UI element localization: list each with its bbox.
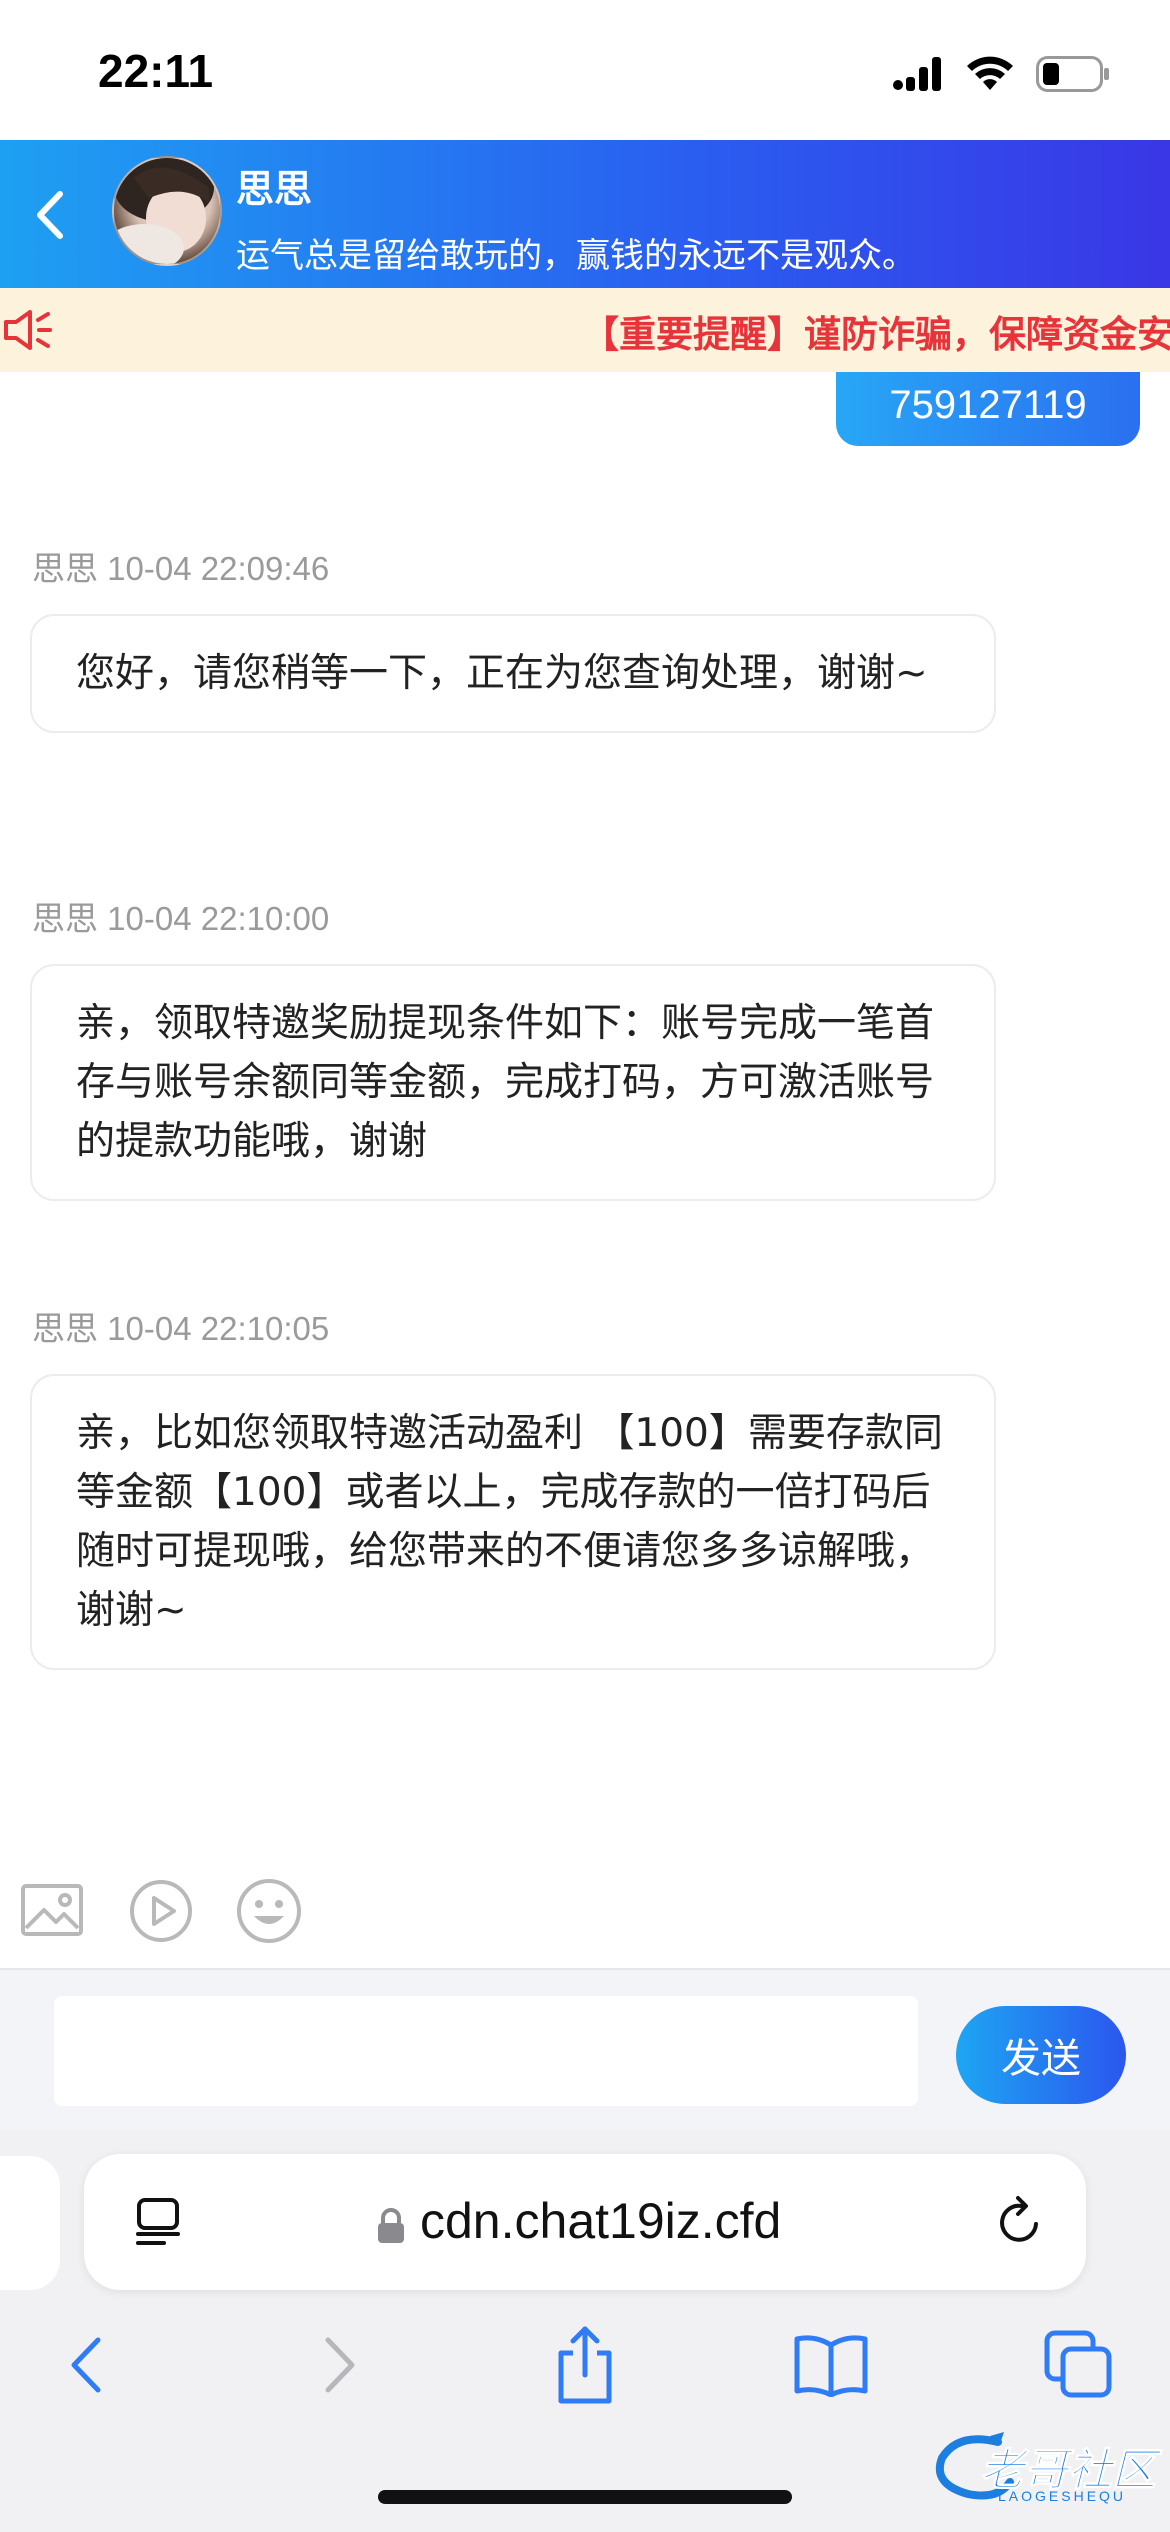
page-menu-icon[interactable] (134, 2196, 184, 2248)
chevron-left-icon (71, 2337, 101, 2393)
agent-name: 思思 (236, 167, 313, 211)
share-button[interactable] (540, 2320, 630, 2410)
battery-icon (1036, 56, 1109, 92)
avatar-image (114, 158, 214, 264)
agent-avatar[interactable] (112, 156, 222, 266)
lock-icon (376, 2208, 406, 2244)
message-meta: 思思 10-04 22:10:00 (32, 900, 330, 937)
video-upload-button[interactable] (126, 1876, 196, 1946)
smiley-icon (237, 1879, 301, 1943)
composer-toolbar (0, 1876, 1170, 1966)
status-icons (892, 54, 1110, 94)
chevron-right-icon (325, 2337, 355, 2393)
cellular-signal-icon (893, 57, 941, 91)
bookmarks-button[interactable] (786, 2320, 876, 2410)
reload-button[interactable] (992, 2194, 1048, 2250)
tabs-button[interactable] (1034, 2320, 1124, 2410)
chat-header: 思思 运气总是留给敢玩的，赢钱的永远不是观众。 (0, 140, 1170, 288)
image-icon (21, 1884, 83, 1936)
emoji-button[interactable] (234, 1876, 304, 1946)
book-icon (794, 2335, 868, 2397)
notice-bar: 【重要提醒】谨防诈骗，保障资金安 (0, 288, 1170, 372)
status-time: 22:11 (98, 45, 214, 97)
agent-motto: 运气总是留给敢玩的，赢钱的永远不是观众。 (236, 236, 916, 276)
chevron-left-icon (37, 191, 63, 239)
reload-icon (1000, 2196, 1038, 2242)
send-button[interactable]: 发送 (956, 2006, 1126, 2104)
home-indicator (378, 2490, 792, 2504)
message-meta: 思思 10-04 22:10:05 (32, 1310, 330, 1347)
composer-bar: 发送 (0, 1968, 1170, 2130)
agent-message-bubble: 亲，领取特邀奖励提现条件如下：账号完成一笔首存与账号余额同等金额，完成打码，方可… (30, 964, 996, 1201)
url-text: cdn.chat19iz.cfd (420, 2193, 782, 2249)
back-button[interactable] (22, 180, 82, 250)
watermark-logo: 老哥社区 LAOGESHEQU (928, 2428, 1164, 2514)
address-bar[interactable]: cdn.chat19iz.cfd (84, 2154, 1086, 2290)
play-circle-icon (130, 1880, 192, 1942)
chat-messages[interactable]: 759127119 思思 10-04 22:09:46 您好，请您稍等一下，正在… (0, 372, 1170, 1872)
notice-text: 【重要提醒】谨防诈骗，保障资金安 (582, 313, 1170, 356)
message-input[interactable] (54, 1996, 918, 2106)
wifi-icon (967, 56, 1013, 90)
forward-nav-button[interactable] (294, 2320, 384, 2410)
agent-message-bubble: 您好，请您稍等一下，正在为您查询处理，谢谢~ (30, 614, 996, 733)
watermark-subtext: LAOGESHEQU (998, 2488, 1127, 2504)
image-upload-button[interactable] (18, 1876, 88, 1946)
browser-toolbar (0, 2320, 1170, 2430)
share-icon (558, 2326, 612, 2404)
agent-message-bubble: 亲，比如您领取特邀活动盈利 【100】需要存款同等金额【100】或者以上，完成存… (30, 1374, 996, 1670)
tabs-icon (1044, 2330, 1112, 2398)
previous-tab-preview[interactable] (0, 2156, 60, 2290)
message-meta: 思思 10-04 22:09:46 (32, 550, 330, 587)
status-bar: 22:11 (0, 0, 1170, 140)
user-message-bubble: 759127119 (836, 372, 1140, 446)
back-nav-button[interactable] (42, 2320, 132, 2410)
megaphone-icon (2, 306, 54, 354)
